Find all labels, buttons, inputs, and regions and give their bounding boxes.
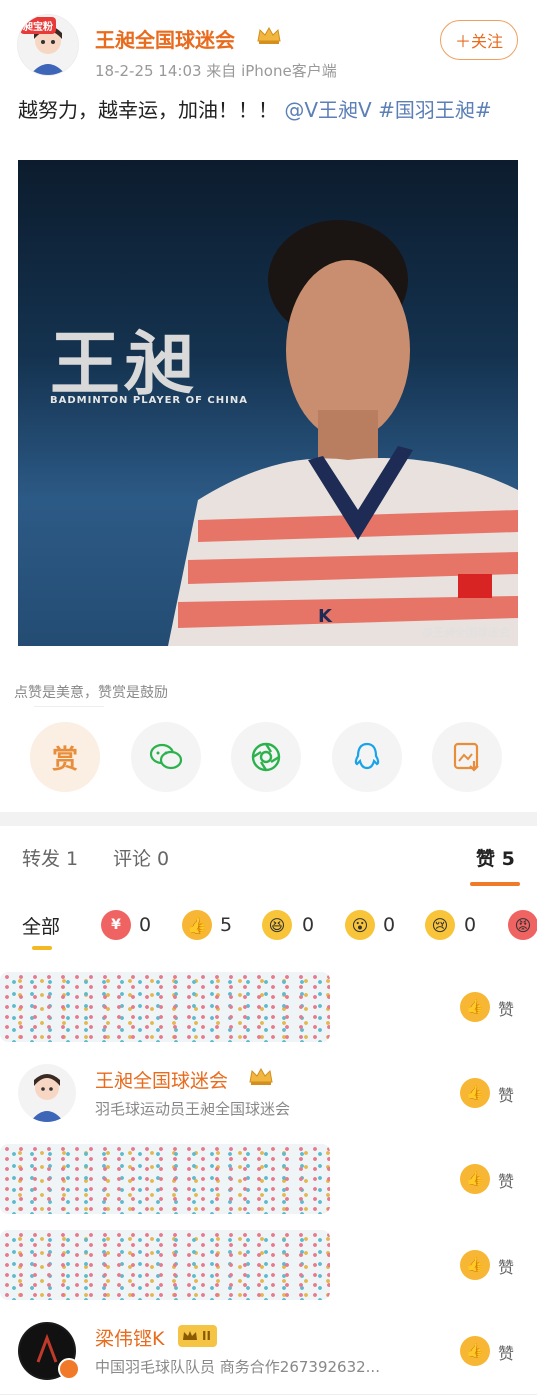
surprised-reaction-count: 0 <box>383 914 396 936</box>
crown-icon <box>183 1331 197 1340</box>
tab-comment[interactable]: 评论 0 <box>113 844 169 871</box>
like-label: 赞 <box>498 1000 515 1019</box>
liker-row[interactable]: 👍 赞 <box>0 1136 537 1223</box>
like-filter-bar: 全部 ¥ 0 👍 5 😆 0 😮 0 😢 0 😡 <box>0 888 537 965</box>
thumbs-up-icon[interactable]: 👍 <box>460 1250 490 1280</box>
divider <box>34 706 104 707</box>
vip-badge: II <box>178 1325 217 1347</box>
like-label: 赞 <box>498 1172 515 1191</box>
mention-link[interactable]: @V王昶V <box>284 98 371 122</box>
liker-row[interactable]: 👍 赞 <box>0 1222 537 1309</box>
reward-label: 赏 <box>51 744 78 775</box>
redacted-scribble <box>0 972 330 1042</box>
thumbs-up-reaction-count: 5 <box>220 914 233 936</box>
thumbs-up-icon[interactable]: 👍 <box>460 1336 490 1366</box>
crown-icon <box>249 1067 273 1085</box>
surprised-reaction-icon[interactable]: 😮 <box>345 910 375 940</box>
svg-text:K: K <box>318 606 333 627</box>
moments-share-button[interactable] <box>231 722 301 792</box>
liker-description: 羽毛球运动员王昶全国球迷会 <box>95 1100 291 1118</box>
thumbs-up-reaction-icon[interactable]: 👍 <box>182 910 212 940</box>
like-label: 赞 <box>498 1086 515 1105</box>
laugh-reaction-icon[interactable]: 😆 <box>262 910 292 940</box>
like-label: 赞 <box>498 1258 515 1277</box>
filter-active-indicator <box>32 946 52 950</box>
post-card: 昶宝粉 王昶全国球迷会 18-2-25 14:03 来自 iPhone客户端 ＋… <box>0 0 537 812</box>
author-avatar[interactable]: 昶宝粉 <box>17 14 79 76</box>
crown-icon <box>257 26 281 44</box>
thumbs-up-icon[interactable]: 👍 <box>460 1164 490 1194</box>
liker-name[interactable]: 梁伟铿K <box>95 1324 164 1351</box>
reward-button[interactable]: 赏 <box>30 722 100 792</box>
interaction-tabs: 转发 1 评论 0 赞 5 <box>0 826 537 889</box>
verified-badge-icon <box>58 1358 80 1380</box>
avatar-badge: 昶宝粉 <box>20 17 56 34</box>
post-text-plain: 越努力，越幸运，加油！！！ <box>18 98 278 122</box>
thumbs-up-icon[interactable]: 👍 <box>460 1078 490 1108</box>
liker-name[interactable]: 王昶全国球迷会 <box>95 1066 228 1093</box>
hashtag-link[interactable]: #国羽王昶# <box>378 98 492 122</box>
author-name[interactable]: 王昶全国球迷会 <box>95 24 235 53</box>
save-image-button[interactable] <box>432 722 502 792</box>
reward-reaction-icon[interactable]: ¥ <box>101 910 131 940</box>
angry-reaction-icon[interactable]: 😡 <box>508 910 537 940</box>
reward-tip: 点赞是美意，赞赏是鼓励 <box>14 685 168 701</box>
photo-title: 王昶 <box>50 323 198 405</box>
active-tab-indicator <box>470 882 520 886</box>
like-label: 赞 <box>498 1344 515 1363</box>
sad-reaction-icon[interactable]: 😢 <box>425 910 455 940</box>
post-photo[interactable]: K 王昶 BADMINTON PLAYER OF CHINA @王昶全国球迷会 <box>18 160 518 646</box>
filter-all[interactable]: 全部 <box>22 912 60 939</box>
vip-level: II <box>202 1329 211 1343</box>
liker-row[interactable]: 👍 赞 <box>0 964 537 1051</box>
follow-button[interactable]: ＋关注 <box>440 20 518 60</box>
laugh-reaction-count: 0 <box>302 914 315 936</box>
tab-like[interactable]: 赞 5 <box>476 844 515 871</box>
photo-subtitle: BADMINTON PLAYER OF CHINA <box>50 395 248 406</box>
wechat-share-button[interactable] <box>131 722 201 792</box>
thumbs-up-icon[interactable]: 👍 <box>460 992 490 1022</box>
sad-reaction-count: 0 <box>464 914 477 936</box>
qq-icon <box>354 742 380 770</box>
redacted-scribble <box>0 1144 330 1214</box>
liker-row[interactable]: 梁伟铿K II 中国羽毛球队队员 商务合作267392632... 👍 赞 <box>0 1308 537 1395</box>
liker-row[interactable]: 王昶全国球迷会 羽毛球运动员王昶全国球迷会 👍 赞 <box>0 1050 537 1137</box>
reward-reaction-count: 0 <box>139 914 152 936</box>
redacted-scribble <box>0 1230 330 1300</box>
tab-repost[interactable]: 转发 1 <box>22 844 78 871</box>
post-meta: 18-2-25 14:03 来自 iPhone客户端 <box>95 62 337 80</box>
post-text: 越努力，越幸运，加油！！！ @V王昶V #国羽王昶# <box>18 95 523 125</box>
qq-share-button[interactable] <box>332 722 402 792</box>
liker-description: 中国羽毛球队队员 商务合作267392632... <box>95 1358 380 1376</box>
photo-watermark: @王昶全国球迷会 <box>422 626 510 639</box>
liker-avatar[interactable] <box>18 1064 76 1122</box>
moments-icon <box>251 742 281 772</box>
wechat-icon <box>149 743 183 770</box>
save-image-icon <box>453 742 479 772</box>
